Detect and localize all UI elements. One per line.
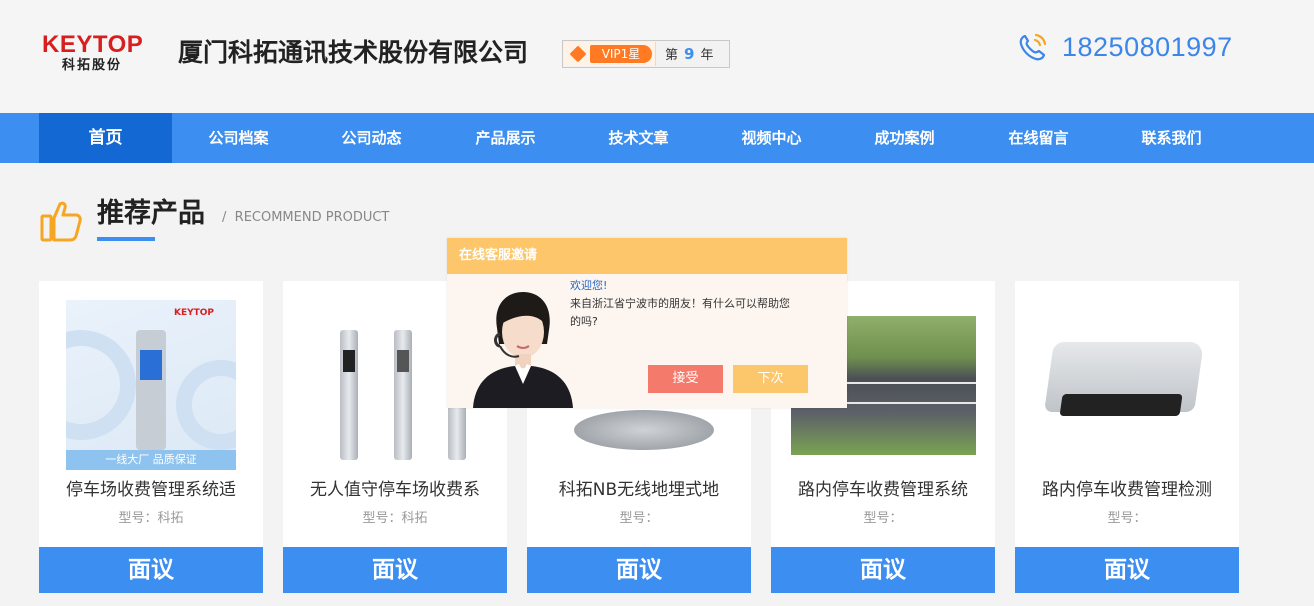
- subtitle-text: RECOMMEND PRODUCT: [234, 210, 390, 225]
- product-model: 型号：: [619, 511, 659, 526]
- company-logo[interactable]: KEYTOP 科拓股份: [42, 33, 158, 77]
- product-name[interactable]: 路内停车收费管理系统: [781, 478, 985, 502]
- product-card[interactable]: 路内停车收费管理检测 型号： 面议: [1015, 281, 1239, 593]
- nav-company-news[interactable]: 公司动态: [305, 113, 438, 163]
- agent-avatar: [473, 292, 573, 408]
- nav-online-message[interactable]: 在线留言: [972, 113, 1105, 163]
- logo-cn: 科拓股份: [62, 58, 123, 73]
- price-button[interactable]: 面议: [283, 547, 507, 593]
- vip-level: VIP1星: [564, 42, 656, 66]
- product-card[interactable]: KEYTOP 一线大厂 品质保证 停车场收费管理系统适 型号：科拓 面议: [39, 281, 263, 593]
- main-nav: 首页 公司档案 公司动态 产品展示 技术文章 视频中心 成功案例 在线留言 联系…: [0, 113, 1314, 163]
- product-image[interactable]: KEYTOP 一线大厂 品质保证: [66, 300, 236, 470]
- product-model: 型号：科拓: [362, 511, 428, 526]
- image-brand-tag: KEYTOP: [174, 308, 215, 318]
- product-name[interactable]: 路内停车收费管理检测: [1025, 478, 1229, 502]
- price-button[interactable]: 面议: [1015, 547, 1239, 593]
- product-image[interactable]: [1035, 300, 1220, 470]
- product-model: 型号：: [1107, 511, 1147, 526]
- years-value: 9: [684, 45, 695, 63]
- nav-video-center[interactable]: 视频中心: [705, 113, 838, 163]
- phone-contact[interactable]: 18250801997: [1016, 30, 1233, 64]
- vip-label: VIP1星: [590, 45, 652, 63]
- product-model: 型号：科拓: [118, 511, 184, 526]
- nav-home[interactable]: 首页: [39, 113, 172, 163]
- logo-en: KEYTOP: [42, 31, 144, 58]
- nav-success-cases[interactable]: 成功案例: [838, 113, 971, 163]
- nav-products[interactable]: 产品展示: [439, 113, 572, 163]
- price-button[interactable]: 面议: [39, 547, 263, 593]
- phone-icon: [1019, 33, 1047, 61]
- image-slogan: 一线大厂 品质保证: [66, 450, 236, 470]
- header: KEYTOP 科拓股份 厦门科拓通讯技术股份有限公司 VIP1星 第9年 182…: [0, 0, 1314, 113]
- subtitle-separator: /: [222, 210, 227, 225]
- section-title: 推荐产品: [97, 198, 205, 229]
- price-button[interactable]: 面议: [527, 547, 751, 593]
- later-button[interactable]: 下次: [733, 365, 808, 393]
- product-name[interactable]: 无人值守停车场收费系: [293, 478, 497, 502]
- years-prefix: 第: [665, 48, 679, 63]
- vip-badge: VIP1星 第9年: [562, 40, 730, 68]
- accept-button[interactable]: 接受: [648, 365, 723, 393]
- phone-number: 18250801997: [1062, 31, 1233, 62]
- company-name: 厦门科拓通讯技术股份有限公司: [178, 38, 529, 67]
- product-model: 型号：: [863, 511, 903, 526]
- nav-company-profile[interactable]: 公司档案: [172, 113, 305, 163]
- diamond-icon: [569, 45, 587, 63]
- popup-message: 来自浙江省宁波市的朋友！有什么可以帮助您的吗?: [570, 297, 790, 328]
- customer-service-popup: 在线客服邀请 欢迎您! 来自浙江省宁波市的朋友！有什么可以帮助您的吗? 接受 下…: [447, 238, 847, 408]
- popup-title: 在线客服邀请: [447, 238, 847, 274]
- nav-tech-articles[interactable]: 技术文章: [572, 113, 705, 163]
- section-subtitle: / RECOMMEND PRODUCT: [222, 209, 389, 227]
- price-button[interactable]: 面议: [771, 547, 995, 593]
- thumbs-up-icon: [40, 201, 82, 242]
- nav-contact-us[interactable]: 联系我们: [1105, 113, 1238, 163]
- years-suffix: 年: [700, 48, 714, 63]
- member-years: 第9年: [665, 45, 713, 65]
- product-name[interactable]: 停车场收费管理系统适: [49, 478, 253, 502]
- section-underline: [97, 237, 155, 241]
- product-name[interactable]: 科拓NB无线地埋式地: [537, 478, 741, 502]
- popup-welcome: 欢迎您!: [570, 279, 608, 292]
